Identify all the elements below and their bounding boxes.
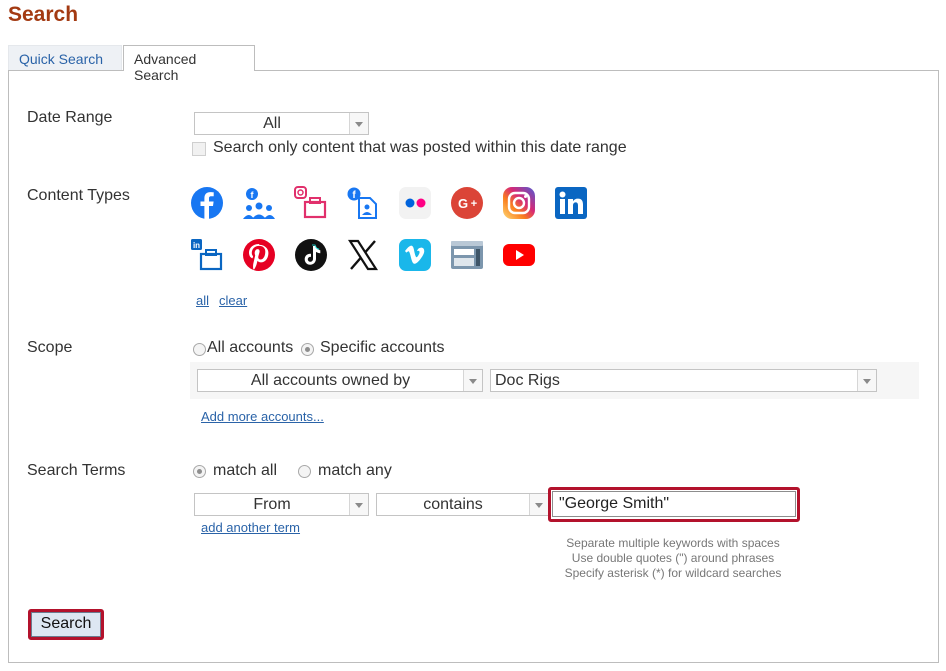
add-more-accounts-link[interactable]: Add more accounts... <box>201 409 324 424</box>
chevron-down-icon <box>349 113 368 134</box>
youtube-icon[interactable] <box>502 238 536 272</box>
date-range-label: Date Range <box>27 109 113 126</box>
tab-advanced-search[interactable]: Advanced Search <box>123 45 255 83</box>
match-any-radio[interactable] <box>298 465 311 478</box>
content-types-all-link[interactable]: all <box>196 293 209 308</box>
search-hint-3: Specify asterisk (*) for wildcard search… <box>564 566 782 580</box>
chevron-down-icon <box>349 494 368 515</box>
x-icon[interactable] <box>346 238 380 272</box>
svg-text:in: in <box>193 241 200 250</box>
svg-text:G: G <box>458 196 468 211</box>
search-hint-2: Use double quotes (") around phrases <box>571 551 775 565</box>
chevron-down-icon <box>463 370 482 391</box>
pinterest-icon[interactable] <box>242 238 276 272</box>
search-term-input[interactable]: "George Smith" <box>552 491 796 517</box>
blog-icon[interactable] <box>450 238 484 272</box>
facebook-groups-icon[interactable]: f <box>242 186 276 220</box>
facebook-icon[interactable] <box>190 186 224 220</box>
date-range-select[interactable]: All <box>194 112 369 135</box>
date-range-checkbox-label: Search only content that was posted with… <box>213 139 627 156</box>
scope-specific-accounts-label: Specific accounts <box>320 339 445 356</box>
tab-quick-search[interactable]: Quick Search <box>8 45 122 71</box>
facebook-page-icon[interactable]: f <box>346 186 380 220</box>
vimeo-icon[interactable] <box>398 238 432 272</box>
scope-specific-accounts-radio[interactable] <box>301 343 314 356</box>
add-another-term-link[interactable]: add another term <box>201 520 300 535</box>
content-types-clear-link[interactable]: clear <box>219 293 247 308</box>
google-plus-icon[interactable]: G + <box>450 186 484 220</box>
scope-all-accounts-radio[interactable] <box>193 343 206 356</box>
account-user-value: Doc Rigs <box>495 372 560 389</box>
scope-all-accounts-label: All accounts <box>207 339 294 356</box>
search-hint-1: Separate multiple keywords with spaces <box>566 536 780 550</box>
match-all-label: match all <box>213 462 278 479</box>
svg-text:+: + <box>471 198 477 210</box>
scope-label: Scope <box>27 339 73 356</box>
tiktok-icon[interactable] <box>294 238 328 272</box>
date-range-checkbox[interactable] <box>192 142 206 156</box>
linkedin-business-icon[interactable]: in <box>190 238 224 272</box>
term-operator-value: contains <box>423 496 483 513</box>
term-field-select[interactable]: From <box>194 493 369 516</box>
chevron-down-icon <box>857 370 876 391</box>
match-any-label: match any <box>318 462 392 479</box>
linkedin-icon[interactable] <box>554 186 588 220</box>
search-button[interactable]: Search <box>31 612 101 637</box>
date-range-value: All <box>263 115 281 132</box>
term-operator-select[interactable]: contains <box>376 493 549 516</box>
chevron-down-icon <box>529 494 548 515</box>
account-owner-select[interactable]: All accounts owned by <box>197 369 483 392</box>
account-user-select[interactable]: Doc Rigs <box>490 369 877 392</box>
instagram-business-icon[interactable] <box>294 186 328 220</box>
instagram-icon[interactable] <box>502 186 536 220</box>
match-all-radio[interactable] <box>193 465 206 478</box>
content-types-label: Content Types <box>27 187 130 204</box>
account-owner-value: All accounts owned by <box>250 372 411 389</box>
search-terms-label: Search Terms <box>27 462 126 479</box>
flickr-icon[interactable] <box>398 186 432 220</box>
page-title: Search <box>8 3 79 26</box>
term-field-value: From <box>253 496 291 513</box>
